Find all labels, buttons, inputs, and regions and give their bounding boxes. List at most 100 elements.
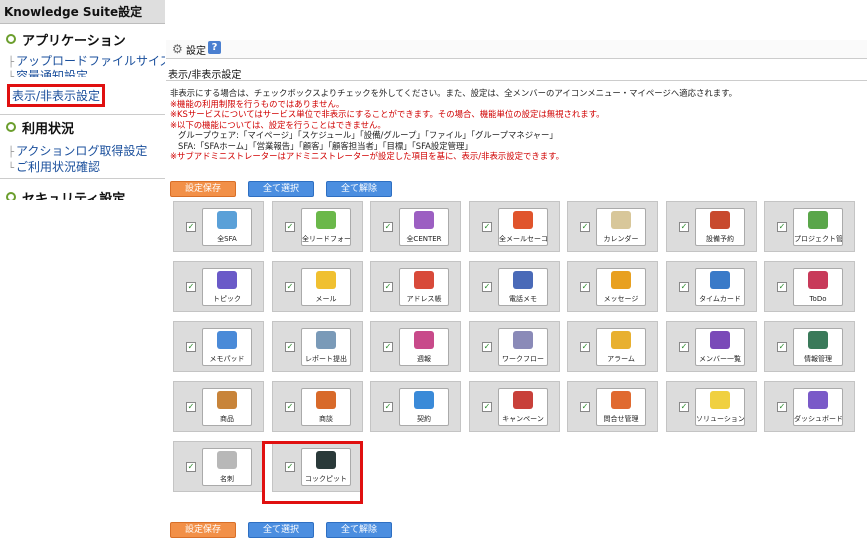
feature-icon-tile[interactable]: ワークフロー — [498, 328, 548, 366]
feature-icon-tile[interactable]: カレンダー — [596, 208, 646, 246]
help-icon[interactable]: ? — [208, 41, 221, 54]
feature-icon-tile[interactable]: 週報 — [399, 328, 449, 366]
save-button[interactable]: 設定保存 — [170, 522, 236, 538]
select-all-button[interactable]: 全て選択 — [248, 181, 314, 197]
feature-item: ✓ トピック — [173, 261, 264, 312]
feature-checkbox[interactable]: ✓ — [186, 462, 196, 472]
feature-checkbox[interactable]: ✓ — [186, 282, 196, 292]
feature-checkbox[interactable]: ✓ — [285, 282, 295, 292]
feature-icon-tile[interactable]: 全メールセーコン — [498, 208, 548, 246]
feature-icon — [217, 451, 237, 469]
feature-label: アラーム — [607, 355, 635, 363]
feature-item: ✓ 全CENTER — [370, 201, 461, 252]
feature-icon-tile[interactable]: メッセージ — [596, 268, 646, 306]
feature-checkbox[interactable]: ✓ — [777, 342, 787, 352]
feature-item: ✓ 名刺 — [173, 441, 264, 492]
feature-label: メッセージ — [603, 295, 639, 303]
feature-label: 全CENTER — [406, 235, 442, 243]
feature-icon-tile[interactable]: アドレス帳 — [399, 268, 449, 306]
feature-checkbox[interactable]: ✓ — [383, 342, 393, 352]
feature-icon-tile[interactable]: 全CENTER — [399, 208, 449, 246]
sidebar-divider — [0, 114, 165, 115]
feature-icon-tile[interactable]: 全SFA — [202, 208, 252, 246]
feature-checkbox[interactable]: ✓ — [580, 342, 590, 352]
feature-checkbox[interactable]: ✓ — [186, 222, 196, 232]
feature-icon-tile[interactable]: 契約 — [399, 388, 449, 426]
feature-item: ✓ カレンダー — [567, 201, 658, 252]
feature-icon — [414, 331, 434, 349]
feature-checkbox[interactable]: ✓ — [777, 402, 787, 412]
feature-icon-tile[interactable]: ToDo — [793, 268, 843, 306]
feature-icon — [414, 211, 434, 229]
feature-item: ✓ メンバー一覧 — [666, 321, 757, 372]
feature-checkbox[interactable]: ✓ — [777, 222, 787, 232]
feature-icon-tile[interactable]: メンバー一覧 — [695, 328, 745, 366]
highlight-cockpit — [262, 441, 363, 504]
feature-checkbox[interactable]: ✓ — [482, 282, 492, 292]
feature-checkbox[interactable]: ✓ — [482, 342, 492, 352]
feature-icon-tile[interactable]: 商品 — [202, 388, 252, 426]
feature-icon-tile[interactable]: 商談 — [301, 388, 351, 426]
instruction-line: SFA:「SFAホーム」「営業報告」「顧客」「顧客担当者」「目標」「SFA設定管… — [178, 140, 473, 151]
feature-icon-tile[interactable]: トピック — [202, 268, 252, 306]
feature-icon-tile[interactable]: 全リードフォー — [301, 208, 351, 246]
select-all-button[interactable]: 全て選択 — [248, 522, 314, 538]
feature-label: 情報管理 — [804, 355, 832, 363]
feature-checkbox[interactable]: ✓ — [482, 222, 492, 232]
feature-icon — [710, 331, 730, 349]
feature-checkbox[interactable]: ✓ — [679, 402, 689, 412]
feature-icon-tile[interactable]: メモパッド — [202, 328, 252, 366]
feature-checkbox[interactable]: ✓ — [679, 282, 689, 292]
feature-checkbox[interactable]: ✓ — [186, 402, 196, 412]
feature-item: ✓ 契約 — [370, 381, 461, 432]
bottom-button-bar: 設定保存 全て選択 全て解除 — [170, 517, 404, 538]
sidebar-item-usage-status[interactable]: └ ご利用状況確認 — [8, 158, 100, 175]
feature-icon — [808, 211, 828, 229]
feature-icon-tile[interactable]: 情報管理 — [793, 328, 843, 366]
feature-icon-tile[interactable]: ダッシュボード — [793, 388, 843, 426]
feature-label: 名刺 — [220, 475, 234, 483]
feature-checkbox[interactable]: ✓ — [679, 222, 689, 232]
feature-checkbox[interactable]: ✓ — [383, 402, 393, 412]
feature-checkbox[interactable]: ✓ — [679, 342, 689, 352]
clear-all-button[interactable]: 全て解除 — [326, 522, 392, 538]
feature-icon — [217, 331, 237, 349]
feature-icon — [513, 331, 533, 349]
sidebar-item-visibility-settings[interactable]: 表示/非表示設定 — [7, 84, 106, 107]
feature-item: ✓ アドレス帳 — [370, 261, 461, 312]
feature-icon-tile[interactable]: メール — [301, 268, 351, 306]
feature-checkbox[interactable]: ✓ — [482, 402, 492, 412]
feature-item: ✓ 問合せ管理 — [567, 381, 658, 432]
feature-checkbox[interactable]: ✓ — [580, 282, 590, 292]
sidebar-item-action-log[interactable]: ├ アクションログ取得設定 — [8, 142, 147, 159]
feature-label: カレンダー — [603, 235, 639, 243]
feature-icon — [316, 391, 336, 409]
feature-checkbox[interactable]: ✓ — [777, 282, 787, 292]
save-button[interactable]: 設定保存 — [170, 181, 236, 197]
feature-icon — [808, 271, 828, 289]
feature-checkbox[interactable]: ✓ — [580, 222, 590, 232]
feature-checkbox[interactable]: ✓ — [285, 402, 295, 412]
feature-icon-tile[interactable]: アラーム — [596, 328, 646, 366]
feature-icon-tile[interactable]: 名刺 — [202, 448, 252, 486]
feature-checkbox[interactable]: ✓ — [186, 342, 196, 352]
sidebar-item-capacity-notice[interactable]: ├容量通知設定 — [8, 67, 88, 77]
feature-item: ✓ 電話メモ — [469, 261, 560, 312]
feature-icon-tile[interactable]: ソリューション — [695, 388, 745, 426]
feature-icon-tile[interactable]: 設備予約 — [695, 208, 745, 246]
instructions-text: 非表示にする場合は、チェックボックスよりチェックを外してください。また、設定は、… — [170, 88, 867, 162]
feature-icon-tile[interactable]: プロジェクト管理 — [793, 208, 843, 246]
clear-all-button[interactable]: 全て解除 — [326, 181, 392, 197]
feature-checkbox[interactable]: ✓ — [383, 282, 393, 292]
feature-icon-tile[interactable]: レポート提出 — [301, 328, 351, 366]
feature-checkbox[interactable]: ✓ — [383, 222, 393, 232]
feature-item: ✓ ダッシュボード — [764, 381, 855, 432]
feature-checkbox[interactable]: ✓ — [580, 402, 590, 412]
feature-icon-tile[interactable]: 問合せ管理 — [596, 388, 646, 426]
feature-icon-tile[interactable]: キャンペーン — [498, 388, 548, 426]
sidebar-section-application: アプリケーション — [6, 30, 126, 49]
feature-checkbox[interactable]: ✓ — [285, 342, 295, 352]
feature-icon-tile[interactable]: タイムカード — [695, 268, 745, 306]
feature-checkbox[interactable]: ✓ — [285, 222, 295, 232]
feature-icon-tile[interactable]: 電話メモ — [498, 268, 548, 306]
